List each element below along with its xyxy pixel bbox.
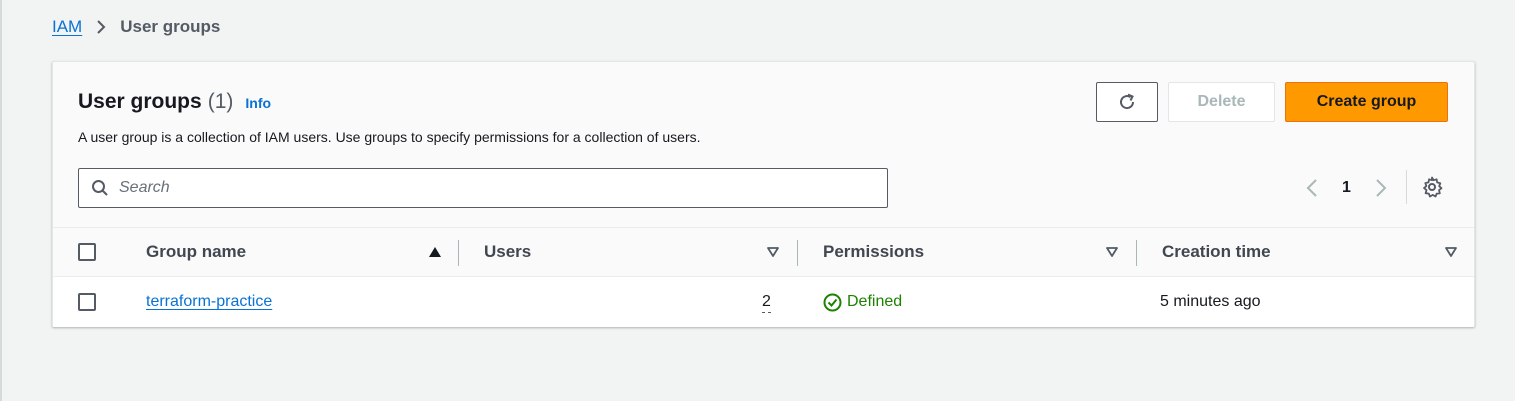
- previous-page-icon[interactable]: [1306, 178, 1318, 198]
- column-divider[interactable]: [1136, 240, 1137, 266]
- create-group-button[interactable]: Create group: [1285, 82, 1448, 122]
- table-header: Group name Users Permissions Creation ti…: [53, 227, 1474, 277]
- page: IAM User groups User groups (1) Info A u…: [0, 0, 1515, 401]
- column-header-group-name[interactable]: Group name: [146, 228, 246, 276]
- column-label: Group name: [146, 242, 247, 261]
- panel-description: A user group is a collection of IAM user…: [78, 129, 701, 145]
- creation-time-value: 5 minutes ago: [1160, 293, 1261, 310]
- page-title: User groups: [78, 90, 202, 113]
- permissions-label: Defined: [847, 293, 903, 310]
- check-circle-icon: [823, 293, 847, 312]
- breadcrumb-iam-link[interactable]: IAM: [52, 17, 82, 37]
- column-header-creation-time[interactable]: Creation time: [1162, 228, 1271, 276]
- search-icon: [91, 179, 109, 197]
- select-all-checkbox[interactable]: [78, 243, 96, 261]
- sort-icon[interactable]: [1444, 246, 1458, 258]
- search-box[interactable]: [78, 168, 888, 208]
- sort-icon[interactable]: [1105, 246, 1119, 258]
- column-label: Creation time: [1162, 242, 1271, 261]
- group-name-cell: terraform-practice: [146, 277, 272, 327]
- current-page-number[interactable]: 1: [1342, 179, 1351, 197]
- gear-icon[interactable]: [1421, 176, 1443, 198]
- column-label: Permissions: [823, 242, 925, 261]
- breadcrumb-current: User groups: [120, 17, 221, 36]
- creation-time-cell: 5 minutes ago: [1160, 277, 1261, 327]
- permissions-cell: Defined: [823, 277, 902, 327]
- info-link[interactable]: Info: [245, 95, 271, 111]
- column-label: Users: [484, 242, 532, 261]
- group-name-link[interactable]: terraform-practice: [146, 293, 272, 311]
- row-checkbox[interactable]: [78, 293, 96, 311]
- sort-ascending-icon[interactable]: [428, 246, 442, 258]
- next-page-icon[interactable]: [1375, 178, 1387, 198]
- sort-icon[interactable]: [766, 246, 780, 258]
- column-header-users[interactable]: Users: [484, 228, 531, 276]
- search-input[interactable]: [119, 179, 859, 197]
- user-groups-panel: User groups (1) Info A user group is a c…: [52, 61, 1475, 327]
- delete-button[interactable]: Delete: [1168, 82, 1275, 122]
- users-cell: 2: [762, 277, 771, 327]
- permissions-status: Defined: [823, 293, 902, 312]
- pagination: 1: [1306, 174, 1387, 202]
- refresh-icon: [1117, 92, 1137, 112]
- breadcrumb: IAM User groups: [52, 17, 220, 37]
- refresh-button[interactable]: [1096, 82, 1158, 122]
- pagination-divider: [1406, 170, 1407, 204]
- users-count[interactable]: 2: [762, 292, 771, 313]
- chevron-right-icon: [96, 19, 106, 35]
- table-row: terraform-practice 2 Defined 5 minutes a…: [53, 277, 1474, 327]
- column-divider[interactable]: [797, 240, 798, 266]
- column-divider[interactable]: [458, 240, 459, 266]
- group-count: (1): [207, 90, 234, 113]
- panel-header: User groups (1) Info: [78, 90, 271, 114]
- column-header-permissions[interactable]: Permissions: [823, 228, 924, 276]
